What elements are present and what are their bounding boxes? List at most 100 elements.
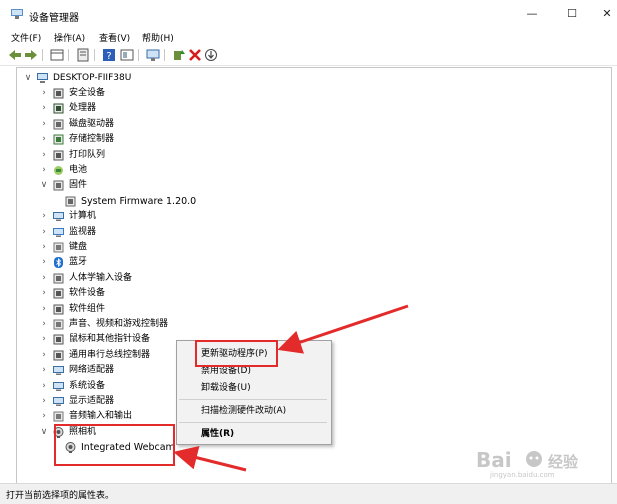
menu-file[interactable]: 文件(F) <box>11 31 41 44</box>
tree-item-label: 固件 <box>69 180 88 191</box>
status-bar: 打开当前选择项的属性表。 <box>0 483 617 504</box>
tree-item-label: System Firmware 1.20.0 <box>81 195 197 207</box>
ctx-uninstall-device[interactable]: 卸载设备(U) <box>201 381 251 395</box>
storage-controller-icon <box>53 134 64 145</box>
tree-item-label: 人体学输入设备 <box>69 272 133 283</box>
expand-chevron-icon[interactable]: › <box>39 240 49 255</box>
menu-action[interactable]: 操作(A) <box>54 31 85 44</box>
back-icon[interactable] <box>8 48 22 62</box>
status-text: 打开当前选择项的属性表。 <box>6 491 115 501</box>
menu-view[interactable]: 查看(V) <box>99 31 130 44</box>
tree-item-label: 软件组件 <box>69 303 106 314</box>
tree-item-label: 安全设备 <box>69 88 106 98</box>
forward-icon[interactable] <box>24 48 38 62</box>
update-driver-icon[interactable] <box>172 48 186 62</box>
baidu-watermark-logo: Bai 经验 jingyan.baidu.com <box>476 448 579 479</box>
svg-text:经验: 经验 <box>548 453 579 471</box>
monitor-icon <box>53 227 64 237</box>
keyboard-icon <box>53 242 64 253</box>
system-device-icon <box>53 381 64 391</box>
tree-item-label: 打印队列 <box>69 149 106 160</box>
window-title: 设备管理器 <box>29 13 79 24</box>
expand-chevron-icon[interactable]: › <box>39 86 49 101</box>
computer-icon <box>53 212 64 222</box>
security-icon <box>53 88 64 99</box>
expand-chevron-icon[interactable]: › <box>39 379 49 394</box>
mouse-icon <box>53 334 64 345</box>
firmware-icon <box>53 180 64 191</box>
battery-icon <box>54 166 63 175</box>
close-button[interactable]: ✕ <box>596 6 617 22</box>
expand-chevron-icon[interactable]: › <box>39 101 49 116</box>
tree-item-label: 键盘 <box>69 242 88 252</box>
bluetooth-icon <box>54 257 63 269</box>
expand-chevron-icon[interactable]: › <box>39 286 49 301</box>
menu-bar: 文件(F) 操作(A) 查看(V) 帮助(H) <box>0 29 617 45</box>
expand-chevron-icon[interactable]: › <box>39 225 49 240</box>
tree-item-label: 音频输入和输出 <box>69 411 133 422</box>
expand-chevron-icon[interactable]: › <box>39 132 49 147</box>
usb-icon <box>53 350 64 361</box>
tree-item-label: 处理器 <box>69 103 97 114</box>
minimize-button[interactable]: — <box>521 6 543 22</box>
display-adapter-icon <box>53 397 64 406</box>
svg-text:?: ? <box>106 51 111 62</box>
svg-text:Bai: Bai <box>476 448 512 472</box>
expand-chevron-icon[interactable]: › <box>39 332 49 347</box>
tree-item-label: 声音、视频和游戏控制器 <box>69 319 169 329</box>
expand-chevron-icon[interactable]: › <box>39 148 49 163</box>
network-icon <box>53 366 64 376</box>
device-manager-icon <box>11 9 23 19</box>
processor-icon <box>53 103 64 114</box>
tree-item-label: 蓝牙 <box>69 257 88 268</box>
toolbar: ? <box>0 45 617 66</box>
ctx-scan-hardware[interactable]: 扫描检测硬件改动(A) <box>201 404 286 418</box>
highlight-box-update-driver <box>195 340 278 367</box>
download-icon[interactable] <box>204 48 218 62</box>
uninstall-icon[interactable] <box>188 48 202 62</box>
tree-item-label: 计算机 <box>69 211 97 222</box>
expand-chevron-icon[interactable]: › <box>39 363 49 378</box>
computer-icon <box>37 73 48 83</box>
svg-text:jingyan.baidu.com: jingyan.baidu.com <box>489 471 555 479</box>
audio-icon <box>53 319 64 330</box>
title-bar: 设备管理器 — ☐ ✕ <box>0 0 617 28</box>
expand-chevron-icon[interactable]: › <box>39 117 49 132</box>
expand-chevron-icon[interactable]: › <box>39 348 49 363</box>
expand-chevron-icon[interactable]: › <box>39 209 49 224</box>
expand-chevron-icon[interactable]: › <box>39 271 49 286</box>
action-view-icon[interactable] <box>120 48 134 62</box>
ctx-properties[interactable]: 属性(R) <box>201 427 234 441</box>
printer-icon <box>53 150 64 161</box>
hid-icon <box>53 273 64 284</box>
ctx-separator <box>179 399 327 400</box>
scan-hardware-icon[interactable] <box>146 48 160 62</box>
expand-chevron-icon[interactable]: › <box>39 409 49 424</box>
software-component-icon <box>53 304 64 315</box>
tree-item-label: 磁盘驱动器 <box>69 118 115 129</box>
expand-chevron-icon[interactable]: › <box>39 394 49 409</box>
expand-chevron-icon[interactable]: › <box>39 255 49 270</box>
collapse-chevron-icon[interactable]: ∨ <box>39 178 49 193</box>
tree-item-label: 系统设备 <box>69 380 106 391</box>
expand-chevron-icon[interactable]: › <box>39 317 49 332</box>
tree-item-label: 软件设备 <box>69 288 106 299</box>
help-icon[interactable]: ? <box>102 48 116 62</box>
maximize-button[interactable]: ☐ <box>561 6 583 22</box>
disk-drive-icon <box>53 119 64 130</box>
expand-chevron-icon[interactable]: › <box>39 163 49 178</box>
properties-icon[interactable] <box>76 48 90 62</box>
tree-item-label: 电池 <box>69 165 88 175</box>
collapse-chevron-icon[interactable]: ∨ <box>23 71 33 86</box>
highlight-box-camera <box>54 424 175 466</box>
ctx-separator <box>179 422 327 423</box>
audio-io-icon <box>53 411 64 422</box>
menu-help[interactable]: 帮助(H) <box>142 31 174 44</box>
tree-item-label: 网络适配器 <box>69 365 115 376</box>
tree-item-label: 显示适配器 <box>69 396 115 406</box>
expand-chevron-icon[interactable]: › <box>39 302 49 317</box>
collapse-chevron-icon[interactable]: ∨ <box>39 425 49 440</box>
show-hide-tree-icon[interactable] <box>50 48 64 62</box>
computer-name: DESKTOP-FIIF38U <box>53 73 132 83</box>
tree-item-label: 存储控制器 <box>69 134 115 145</box>
